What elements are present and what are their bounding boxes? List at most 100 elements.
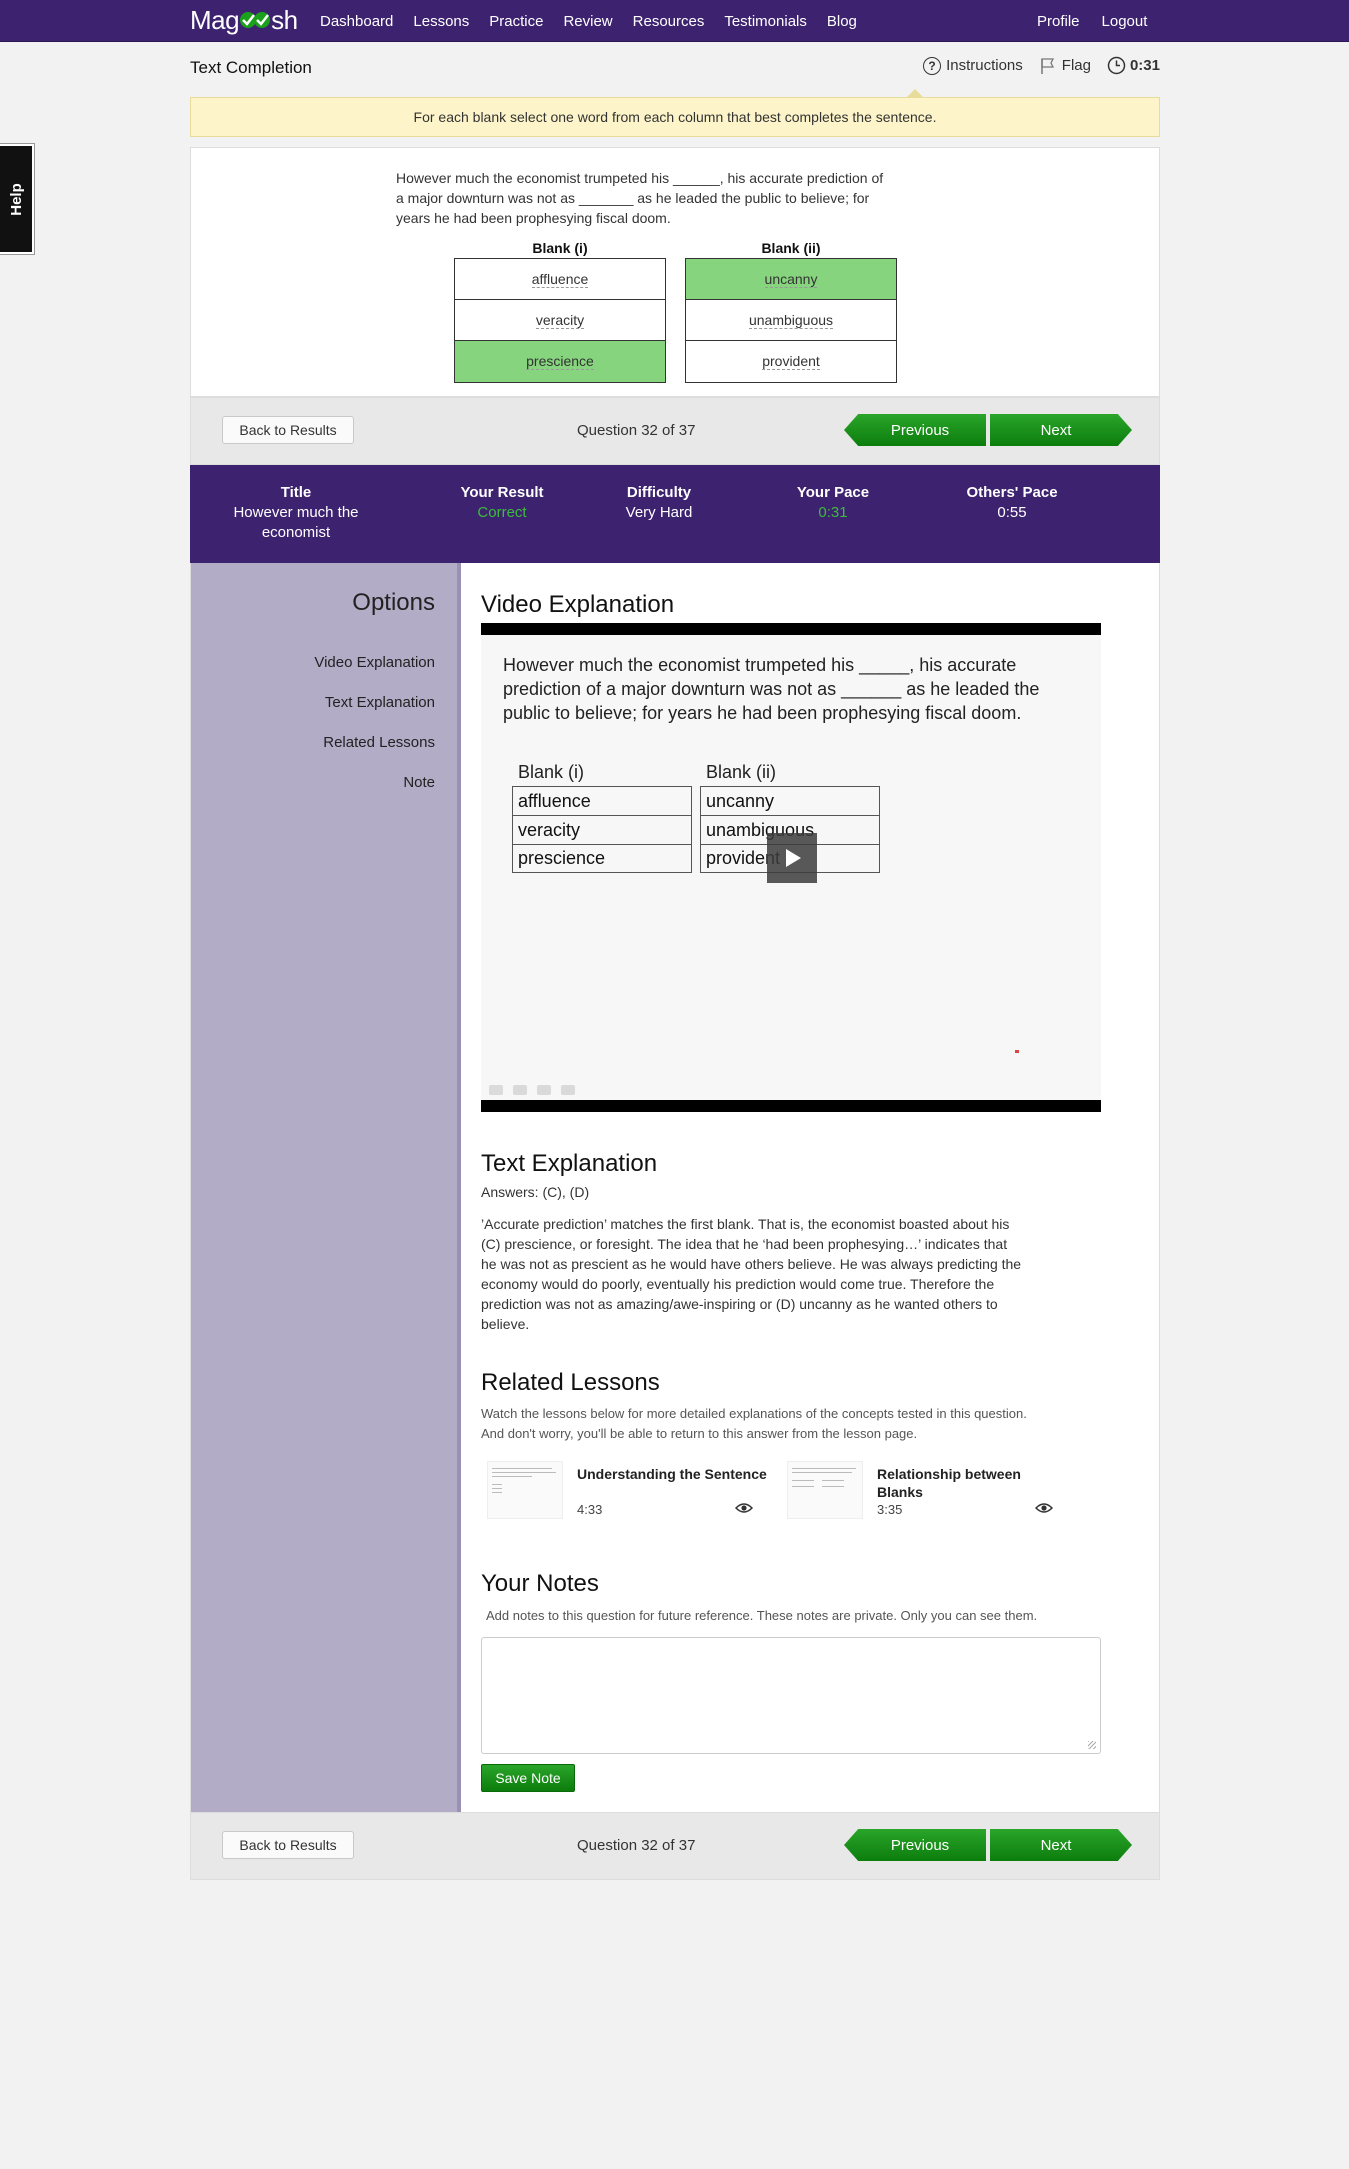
choice-affluence[interactable]: affluence — [455, 259, 665, 300]
stat-result-label: Your Result — [460, 484, 544, 501]
note-line: And don't worry, you'll be able to retur… — [481, 1426, 918, 1441]
eye-icon — [1035, 1503, 1053, 1513]
blank-i-label: Blank (i) — [532, 240, 588, 256]
instructions-bar: For each blank select one word from each… — [190, 97, 1160, 137]
back-to-results-button[interactable]: Back to Results — [222, 416, 354, 444]
choice-label: provident — [762, 353, 820, 370]
your-notes-heading: Your Notes — [481, 1570, 599, 1597]
choice-unambiguous[interactable]: unambiguous — [686, 300, 896, 341]
video-line: public to believe; for years he had been… — [503, 703, 1022, 723]
explanation-content: Options Video Explanation Text Explanati… — [190, 563, 1160, 1812]
choice-prescience[interactable]: prescience — [455, 341, 665, 382]
resize-handle[interactable] — [1088, 1741, 1096, 1749]
instructions-text: For each blank select one word from each… — [413, 109, 937, 125]
notes-textarea[interactable] — [482, 1638, 1100, 1753]
next-button[interactable]: Next — [990, 1829, 1132, 1861]
nav-logout[interactable]: Logout — [1102, 13, 1148, 30]
main-nav: Dashboard Lessons Practice Review Resour… — [320, 0, 877, 42]
video-controls — [489, 1085, 575, 1095]
video-player[interactable]: However much the economist trumpeted his… — [481, 623, 1101, 1112]
stat-title-value: However much the economist — [233, 504, 359, 541]
back-to-results-button[interactable]: Back to Results — [222, 1831, 354, 1859]
nav-resources[interactable]: Resources — [633, 13, 705, 30]
help-tab[interactable]: Help — [0, 143, 35, 255]
instructions-button[interactable]: ? Instructions — [923, 56, 1023, 75]
video-line: prediction of a major downturn was not a… — [503, 679, 1040, 699]
choice-provident[interactable]: provident — [686, 341, 896, 382]
options-title: Options — [352, 589, 435, 616]
option-text-explanation[interactable]: Text Explanation — [325, 694, 435, 711]
notes-subtitle: Add notes to this question for future re… — [486, 1608, 1038, 1623]
lesson-card[interactable]: Relationship between Blanks 3:35 — [781, 1461, 1071, 1523]
checkmark-logo-icon — [240, 12, 271, 28]
previous-button[interactable]: Previous — [844, 1829, 986, 1861]
video-blank-ii-label: Blank (ii) — [706, 762, 777, 782]
cursor-dot — [1015, 1050, 1019, 1053]
video-choice: affluence — [512, 786, 692, 815]
choice-uncanny[interactable]: uncanny — [686, 259, 896, 300]
video-explanation-heading: Video Explanation — [481, 591, 675, 618]
lesson-duration: 3:35 — [877, 1502, 903, 1517]
nav-testimonials[interactable]: Testimonials — [724, 13, 807, 30]
explanation-text: ’Accurate prediction’ matches the first … — [481, 1214, 1101, 1334]
option-video-explanation[interactable]: Video Explanation — [314, 654, 435, 671]
stat-your-pace-value: 0:31 — [818, 504, 848, 521]
choice-label: affluence — [531, 270, 589, 288]
magoosh-logo[interactable]: Mag sh — [190, 4, 298, 36]
explanation-line: (C) prescience, or foresight. The idea t… — [481, 1236, 1008, 1252]
explanation-line: prediction was not as amazing/awe-inspir… — [481, 1296, 998, 1312]
lesson-card[interactable]: Understanding the Sentence 4:33 — [481, 1461, 771, 1523]
video-line: However much the economist trumpeted his… — [503, 655, 1017, 675]
video-choice: veracity — [512, 815, 692, 844]
question-mark-icon: ? — [923, 56, 942, 75]
save-note-button[interactable]: Save Note — [481, 1764, 575, 1792]
next-button[interactable]: Next — [990, 414, 1132, 446]
control-icon[interactable] — [513, 1085, 527, 1095]
choice-label: unambiguous — [748, 311, 834, 329]
video-blank-i-label: Blank (i) — [518, 762, 585, 782]
page-title: Text Completion — [190, 58, 312, 77]
options-sidebar: Options Video Explanation Text Explanati… — [191, 563, 461, 1812]
nav-profile[interactable]: Profile — [1037, 13, 1080, 30]
question-navigation-bottom: Back to Results Question 32 of 37 Previo… — [190, 1812, 1160, 1880]
stat-title-label: Title — [280, 484, 312, 501]
stat-others-pace: Others' Pace 0:55 — [947, 483, 1077, 523]
choice-label: veracity — [535, 311, 585, 329]
choice-label: uncanny — [764, 270, 818, 288]
explanation-line: economy would do poorly, eventually his … — [481, 1276, 995, 1292]
nav-practice[interactable]: Practice — [489, 13, 543, 30]
lesson-title[interactable]: Relationship between Blanks — [877, 1465, 1067, 1501]
control-icon[interactable] — [537, 1085, 551, 1095]
stat-your-pace-label: Your Pace — [796, 484, 870, 501]
stat-others-pace-value: 0:55 — [997, 504, 1027, 521]
option-note[interactable]: Note — [403, 774, 435, 791]
lesson-thumbnail — [787, 1461, 863, 1519]
nav-blog[interactable]: Blog — [827, 13, 857, 30]
play-button[interactable] — [767, 833, 817, 883]
stat-difficulty: Difficulty Very Hard — [604, 483, 714, 523]
choice-veracity[interactable]: veracity — [455, 300, 665, 341]
blank-i-column: Blank (i) affluence veracity prescience — [454, 240, 666, 383]
question-counter: Question 32 of 37 — [577, 1837, 696, 1854]
blank-ii-label: Blank (ii) — [761, 240, 821, 256]
question-line: However much the economist trumpeted his… — [396, 170, 884, 186]
notes-textarea-wrapper — [481, 1637, 1101, 1754]
explanation-line: ’Accurate prediction’ matches the first … — [481, 1216, 1010, 1232]
nav-review[interactable]: Review — [563, 13, 612, 30]
previous-button[interactable]: Previous — [844, 414, 986, 446]
flag-button[interactable]: Flag — [1039, 57, 1091, 75]
stat-difficulty-value: Very Hard — [625, 504, 693, 521]
question-header: Text Completion ? Instructions Flag 0:31 — [190, 52, 1160, 84]
option-related-lessons[interactable]: Related Lessons — [323, 734, 435, 751]
control-icon[interactable] — [489, 1085, 503, 1095]
explanation-line: believe. — [481, 1316, 530, 1332]
nav-dashboard[interactable]: Dashboard — [320, 13, 393, 30]
video-blank-i: Blank (i) affluence veracity prescience — [512, 762, 692, 873]
question-navigation-top: Back to Results Question 32 of 37 Previo… — [190, 397, 1160, 465]
top-navbar: Mag sh Dashboard Lessons Practice Review… — [0, 0, 1349, 42]
control-icon[interactable] — [561, 1085, 575, 1095]
lesson-title[interactable]: Understanding the Sentence — [577, 1465, 767, 1483]
clock-icon — [1107, 56, 1126, 75]
question-counter: Question 32 of 37 — [577, 422, 696, 439]
nav-lessons[interactable]: Lessons — [413, 13, 469, 30]
